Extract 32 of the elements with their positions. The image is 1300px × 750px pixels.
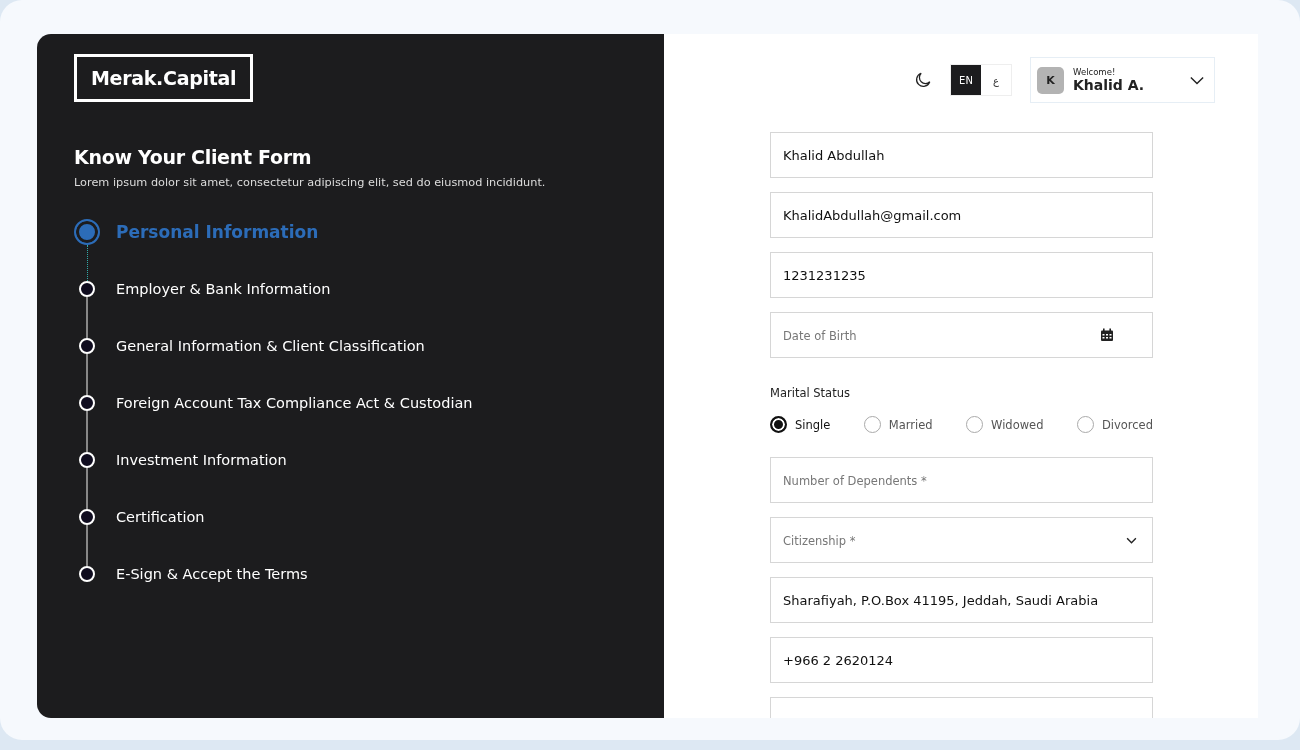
language-button[interactable]: EN <box>951 65 981 95</box>
select-field[interactable]: Citizenship * <box>770 517 1153 563</box>
date-field[interactable]: Date of Birth <box>770 312 1153 358</box>
input-field[interactable]: +966 2 2620124 <box>770 637 1153 683</box>
input-field[interactable]: KhalidAbdullah@gmail.com <box>770 192 1153 238</box>
input-field[interactable]: Number of Dependents * <box>770 457 1153 503</box>
calendar-icon[interactable] <box>1100 328 1114 342</box>
step-item[interactable]: General Information & Client Classification <box>116 333 425 390</box>
radio-label: Single <box>795 417 831 432</box>
input-field[interactable]: Khalid Abdullah <box>770 132 1153 178</box>
step-item[interactable]: Certification <box>116 504 205 561</box>
step-item[interactable]: Investment Information <box>116 447 287 504</box>
input-field[interactable]: 1231231235 <box>770 252 1153 298</box>
radio-label: Widowed <box>991 417 1044 432</box>
moon-icon[interactable] <box>914 71 932 89</box>
radio-label: Married <box>888 417 933 432</box>
radio-label: Divorced <box>1101 417 1153 432</box>
chevron-down-icon <box>1190 75 1204 85</box>
greeting-text: Welcome! <box>1073 67 1117 77</box>
input-field[interactable]: Sharafiyah, P.O.Box 41195, Jeddah, Saudi Arabia <box>770 577 1153 623</box>
logo: Merak.Capital <box>74 54 254 102</box>
form-title: Know Your Client Form <box>74 146 313 168</box>
field-label: Marital Status <box>770 386 851 400</box>
user-name: Khalid A. <box>1073 77 1146 93</box>
user-menu[interactable]: K Welcome! Khalid A. <box>1030 57 1215 103</box>
step-item[interactable]: E-Sign & Accept the Terms <box>116 561 308 618</box>
form-subtitle: Lorem ipsum dolor sit amet, consectetur adipiscing elit, sed do eiusmod incididunt. <box>74 176 547 189</box>
step-item[interactable]: Employer & Bank Information <box>116 276 331 333</box>
avatar: K <box>1037 66 1064 94</box>
chevron-down-icon <box>1126 537 1137 544</box>
step-item[interactable]: Foreign Account Tax Compliance Act & Custodian <box>116 390 473 447</box>
radio-button[interactable] <box>770 416 787 433</box>
